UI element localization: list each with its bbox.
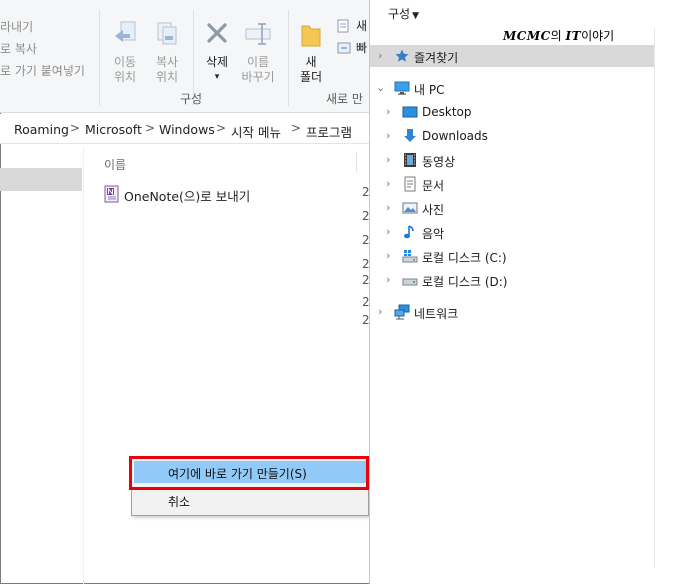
chevron-right-icon[interactable]: ›	[378, 305, 382, 318]
chevron-right-icon[interactable]: ›	[378, 49, 382, 62]
breadcrumb-separator[interactable]: >	[70, 121, 80, 135]
tree-item-label: Desktop	[422, 105, 472, 119]
organize-group-label: 구성	[180, 92, 203, 106]
breadcrumb-separator[interactable]: >	[216, 121, 226, 135]
breadcrumb-start-menu[interactable]: 시작 메뉴	[231, 122, 281, 141]
address-bar[interactable]: Roaming > Microsoft > Windows > 시작 메뉴 > …	[0, 114, 370, 144]
breadcrumb-programs[interactable]: 프로그램	[306, 122, 352, 141]
watermark: MCMC의 IT이야기	[503, 29, 615, 43]
pc-icon	[394, 81, 410, 95]
delete-x-icon	[207, 23, 227, 43]
chevron-right-icon[interactable]: ›	[386, 201, 390, 214]
easy-access-icon	[337, 42, 351, 54]
tree-item-local-disk-c[interactable]: › 로컬 디스크 (C:)	[370, 245, 654, 267]
new-folder-button[interactable]: 새 폴더	[294, 20, 328, 85]
ribbon: 라내기 로 복사 로 가기 붙여넣기 이동 위치 복사 위치 삭제 ▾ 이름 바…	[0, 0, 370, 113]
tree-item-desktop[interactable]: › Desktop	[370, 101, 654, 123]
tree-item-label: 즐겨찾기	[414, 51, 459, 65]
windows-drive-icon	[402, 250, 418, 263]
ribbon-divider	[99, 10, 100, 106]
chevron-down-icon[interactable]: ⌄	[376, 81, 385, 94]
picture-icon	[402, 202, 418, 214]
chevron-right-icon[interactable]: ›	[386, 177, 390, 190]
music-icon	[404, 225, 414, 239]
video-icon	[404, 153, 416, 167]
breadcrumb-roaming[interactable]: Roaming	[14, 122, 69, 137]
tree-item-label: 내 PC	[414, 83, 445, 97]
tree-item-label: 음악	[422, 227, 445, 241]
pane-divider	[654, 28, 655, 568]
copy-to-button[interactable]: 복사 위치	[148, 20, 186, 85]
tree-item-label: 로컬 디스크 (C:)	[422, 251, 507, 265]
copy-to-icon	[157, 22, 177, 45]
menu-item-cancel[interactable]: 취소	[134, 489, 366, 511]
ribbon-divider	[288, 10, 289, 106]
network-icon	[394, 304, 410, 320]
drive-icon	[402, 278, 418, 286]
tree-item-label: 사진	[422, 203, 445, 217]
move-to-button[interactable]: 이동 위치	[106, 20, 144, 85]
chevron-right-icon[interactable]: ›	[386, 129, 390, 142]
move-to-icon	[115, 21, 136, 42]
name-column-header[interactable]: 이름	[104, 156, 126, 173]
chevron-right-icon[interactable]: ›	[386, 249, 390, 262]
ribbon-copy-path-label[interactable]: 로 복사	[0, 42, 37, 56]
downloads-icon	[404, 129, 416, 142]
tree-item-network[interactable]: › 네트워크	[370, 301, 654, 323]
desktop-icon	[402, 106, 418, 118]
tree-item-label: 문서	[422, 179, 445, 193]
star-icon	[395, 49, 409, 62]
tree-item-documents[interactable]: › 문서	[370, 173, 654, 195]
tree-item-music[interactable]: › 음악	[370, 221, 654, 243]
tree-item-label: 동영상	[422, 155, 456, 169]
menu-item-create-shortcut[interactable]: 여기에 바로 가기 만들기(S)	[134, 461, 366, 483]
tree-item-pictures[interactable]: › 사진	[370, 197, 654, 219]
nav-pane-border	[83, 146, 84, 584]
document-icon	[404, 176, 416, 192]
tree-item-label: 로컬 디스크 (D:)	[422, 275, 508, 289]
navigation-pane: 구성 ▼ MCMC의 IT이야기 › 즐겨찾기 ⌄ 내 PC › Desktop …	[369, 0, 680, 584]
column-separator[interactable]	[356, 152, 357, 172]
breadcrumb-separator[interactable]: >	[145, 121, 155, 135]
tree-item-local-disk-d[interactable]: › 로컬 디스크 (D:)	[370, 269, 654, 291]
delete-button[interactable]: 삭제 ▾	[200, 20, 234, 85]
tree-item-videos[interactable]: › 동영상	[370, 149, 654, 171]
rename-icon	[245, 23, 271, 45]
chevron-right-icon[interactable]: ›	[386, 105, 390, 118]
chevron-right-icon[interactable]: ›	[386, 225, 390, 238]
folder-icon	[301, 25, 321, 47]
breadcrumb-separator[interactable]: >	[291, 121, 301, 135]
ribbon-paste-shortcut-label[interactable]: 로 가기 붙여넣기	[0, 64, 85, 78]
tree-item-this-pc[interactable]: ⌄ 내 PC	[370, 77, 654, 99]
new-item-icon	[337, 19, 349, 33]
tree-item-label: Downloads	[422, 129, 488, 143]
new-group-label: 새로 만	[326, 92, 363, 106]
onenote-icon	[104, 185, 119, 203]
breadcrumb-microsoft[interactable]: Microsoft	[85, 122, 142, 137]
caret-down-icon: ▼	[412, 11, 420, 21]
file-name: OneNote(으)로 보내기	[124, 189, 251, 204]
nav-pane-selected-item[interactable]	[0, 168, 82, 191]
toolbar: 구성 ▼	[370, 0, 680, 28]
tree-item-favorites[interactable]: › 즐겨찾기	[370, 45, 654, 67]
rename-button[interactable]: 이름 바꾸기	[238, 20, 278, 85]
context-menu: 여기에 바로 가기 만들기(S) 취소	[131, 458, 369, 516]
ribbon-cut-label[interactable]: 라내기	[0, 20, 33, 34]
tree-item-label: 네트워크	[414, 307, 459, 321]
chevron-right-icon[interactable]: ›	[386, 273, 390, 286]
tree-item-downloads[interactable]: › Downloads	[370, 125, 654, 147]
breadcrumb-windows[interactable]: Windows	[159, 122, 215, 137]
organize-button[interactable]: 구성 ▼	[388, 5, 419, 22]
chevron-right-icon[interactable]: ›	[386, 153, 390, 166]
